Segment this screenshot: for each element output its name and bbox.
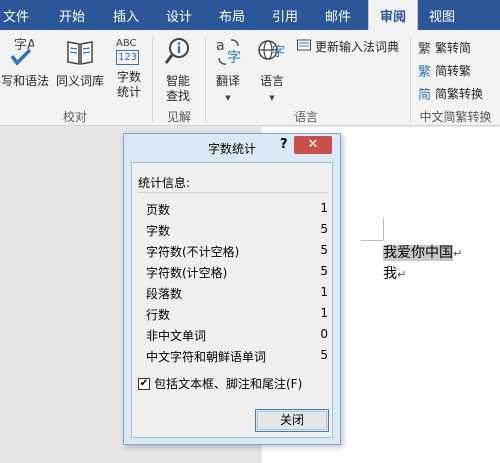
word-count-label-1: 字数 xyxy=(116,70,141,84)
word-count-icon-abc: ABC xyxy=(116,38,137,49)
svg-text:字A: 字A xyxy=(14,38,34,53)
dialog-title-bar[interactable]: 字数统计 ? ✕ xyxy=(124,134,340,160)
group-separator xyxy=(152,36,153,122)
dictionary-icon xyxy=(297,39,311,54)
paragraph-mark-icon: ↵ xyxy=(453,247,463,260)
svg-text:a: a xyxy=(216,38,225,54)
stat-value: 5 xyxy=(320,222,328,236)
document-line-2[interactable]: 我↵ xyxy=(383,263,406,283)
smart-lookup-label-1: 智能 xyxy=(165,74,190,88)
language-button[interactable]: 字 语言 ▼ xyxy=(252,36,292,106)
stat-label: 字数 xyxy=(146,224,171,238)
svg-text:字: 字 xyxy=(227,50,241,66)
include-textboxes-option[interactable]: ✔ 包括文本框、脚注和尾注(F) xyxy=(138,375,302,392)
tab-file[interactable]: 文件 xyxy=(0,0,36,30)
close-icon[interactable]: ✕ xyxy=(294,136,332,154)
chinese-conversion-label: 简繁转换 xyxy=(435,87,484,101)
word-count-label-2: 统计 xyxy=(116,85,141,99)
statistics-header: 统计信息: xyxy=(138,176,191,190)
svg-text:字: 字 xyxy=(272,45,285,60)
dialog-body: 统计信息: 页数 1 字数 5 字符数(不计空格) 5 字符数(计空格) 5 段… xyxy=(131,162,333,438)
group-label-chinese-conversion: 中文简繁转换 xyxy=(419,110,492,124)
spelling-grammar-label: 拼写和语法 xyxy=(0,74,49,88)
close-button[interactable]: 关闭 xyxy=(255,409,329,432)
thesaurus-label: 同义词库 xyxy=(55,74,104,88)
paragraph-mark-icon: ↵ xyxy=(397,268,407,281)
stat-value: 1 xyxy=(320,285,328,299)
word-count-icon-123: 123 xyxy=(116,50,140,65)
stat-label: 非中文单词 xyxy=(146,329,207,343)
margin-marker xyxy=(361,240,383,241)
divider xyxy=(138,192,328,193)
update-ime-dictionary-label: 更新输入法词典 xyxy=(315,40,400,54)
word-count-button[interactable]: ABC 123 字数 统计 xyxy=(110,36,148,100)
tab-home[interactable]: 开始 xyxy=(50,0,94,30)
smart-lookup-button[interactable]: 智能 查找 xyxy=(158,36,198,104)
stat-value: 5 xyxy=(320,264,328,278)
stat-value: 1 xyxy=(320,201,328,215)
stat-label: 中文字符和朝鲜语单词 xyxy=(146,350,267,364)
tab-view[interactable]: 视图 xyxy=(420,0,464,30)
document-text[interactable]: 我 xyxy=(383,266,397,282)
document-line-1[interactable]: 我爱你中国↵ xyxy=(383,242,462,262)
translate-button[interactable]: a 字 翻译 ▼ xyxy=(208,36,248,106)
stat-value: 5 xyxy=(320,348,328,362)
traditional-to-simplified-button[interactable]: 繁 繁转简 xyxy=(418,38,471,57)
word-count-dialog: 字数统计 ? ✕ 统计信息: 页数 1 字数 5 字符数(不计空格) 5 字符数… xyxy=(123,133,341,445)
tab-insert[interactable]: 插入 xyxy=(104,0,148,30)
stat-label: 段落数 xyxy=(146,287,183,301)
stat-value: 5 xyxy=(320,243,328,257)
spelling-grammar-button[interactable]: 字A 拼写和语法 xyxy=(0,36,52,89)
spelling-check-icon: 字A xyxy=(0,36,52,72)
book-icon xyxy=(54,36,106,72)
stat-value: 1 xyxy=(320,306,328,320)
tab-review[interactable]: 审阅 xyxy=(368,0,418,30)
smart-lookup-label-2: 查找 xyxy=(165,89,190,103)
group-label-language: 语言 xyxy=(293,110,318,124)
traditional-to-simplified-label: 繁转简 xyxy=(435,41,472,55)
simplified-to-traditional-icon: 繁 xyxy=(418,65,432,80)
group-label-proofing: 校对 xyxy=(62,110,87,124)
magnifier-info-icon xyxy=(158,36,198,72)
stat-label: 字符数(不计空格) xyxy=(146,245,240,259)
ribbon-tab-bar: 文件 开始 插入 设计 布局 引用 邮件 审阅 视图 xyxy=(0,0,500,30)
language-label: 语言 xyxy=(259,74,284,88)
simplified-to-traditional-label: 简转繁 xyxy=(435,64,472,78)
selected-text[interactable]: 我爱你中国 xyxy=(383,245,453,261)
stat-label: 页数 xyxy=(146,203,171,217)
stat-label: 字符数(计空格) xyxy=(146,266,228,280)
thesaurus-button[interactable]: 同义词库 xyxy=(54,36,106,89)
stat-value: 0 xyxy=(320,327,328,341)
tab-mailings[interactable]: 邮件 xyxy=(316,0,360,30)
include-textboxes-checkbox[interactable]: ✔ xyxy=(138,377,150,390)
chevron-down-icon: ▼ xyxy=(225,94,231,102)
translate-label: 翻译 xyxy=(215,74,240,88)
traditional-to-simplified-icon: 繁 xyxy=(418,42,432,57)
word-count-icon: ABC 123 xyxy=(114,36,144,68)
chevron-down-icon: ▼ xyxy=(269,94,275,102)
tab-design[interactable]: 设计 xyxy=(157,0,201,30)
chinese-conversion-icon: 简 xyxy=(418,88,432,103)
translate-icon: a 字 xyxy=(208,36,248,72)
ribbon-review: 字A 拼写和语法 同义词库 ABC 123 字数 统计 校对 xyxy=(0,30,500,126)
margin-marker xyxy=(383,218,384,240)
simplified-to-traditional-button[interactable]: 繁 简转繁 xyxy=(418,61,471,80)
tab-layout[interactable]: 布局 xyxy=(210,0,254,30)
include-textboxes-label[interactable]: 包括文本框、脚注和尾注(F) xyxy=(154,375,302,392)
update-ime-dictionary-button[interactable]: 更新输入法词典 xyxy=(297,38,399,55)
tab-references[interactable]: 引用 xyxy=(263,0,307,30)
chinese-conversion-button[interactable]: 简 简繁转换 xyxy=(418,84,483,103)
globe-language-icon: 字 xyxy=(252,36,292,72)
help-icon[interactable]: ? xyxy=(280,137,288,152)
group-label-insights: 见解 xyxy=(166,110,191,124)
stat-label: 行数 xyxy=(146,308,171,322)
